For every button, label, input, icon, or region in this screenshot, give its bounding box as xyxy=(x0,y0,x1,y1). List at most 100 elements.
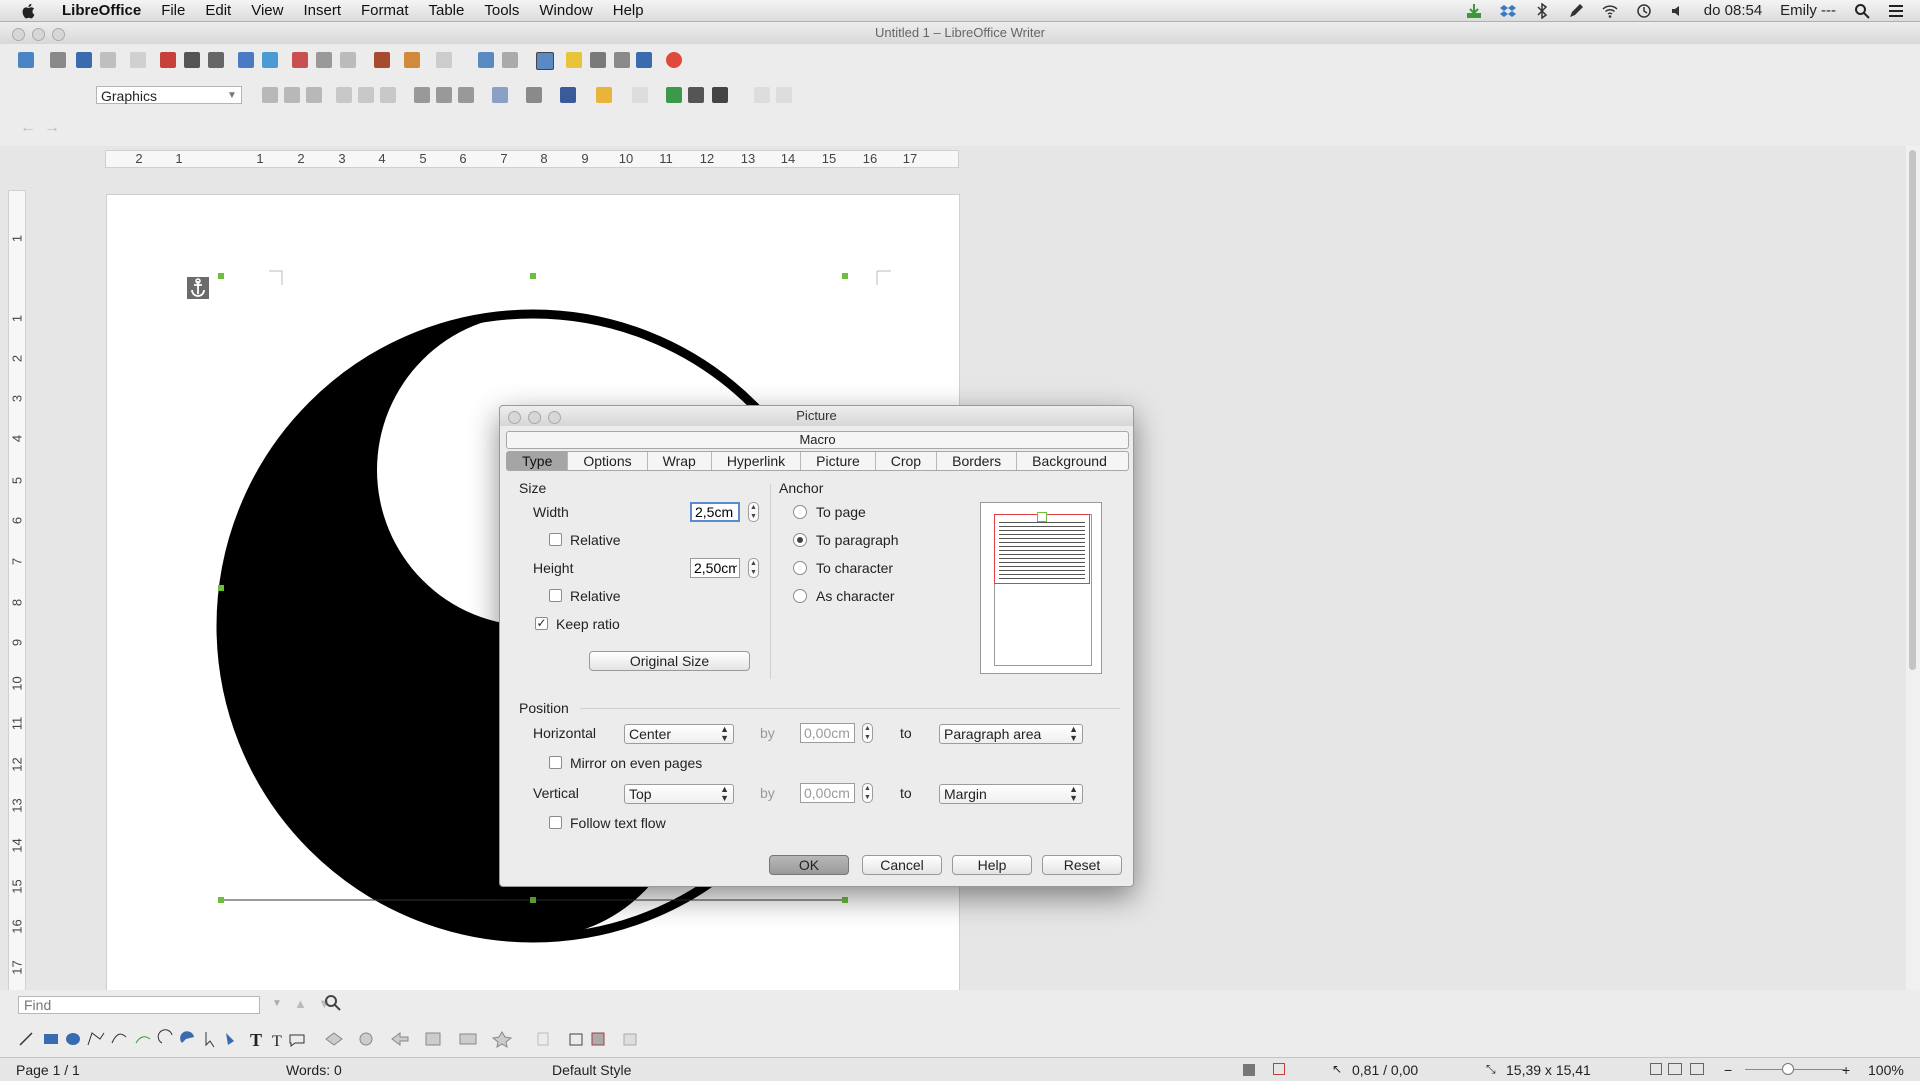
original-size-button[interactable]: Original Size xyxy=(589,651,750,671)
help-lifebuoy-icon[interactable] xyxy=(666,52,682,68)
ellipse-pie-tool-icon[interactable] xyxy=(180,1031,194,1043)
basic-shapes-icon[interactable] xyxy=(325,1032,343,1046)
help-button[interactable]: Help xyxy=(952,855,1032,875)
clone-formatting-icon[interactable] xyxy=(374,52,390,68)
pen-icon[interactable] xyxy=(1568,3,1584,19)
horizontal-ruler[interactable]: 2 1 1 2 3 4 5 6 7 8 9 10 11 12 13 14 15 … xyxy=(105,150,959,168)
width-field[interactable] xyxy=(690,502,740,522)
dialog-zoom-button[interactable] xyxy=(548,411,561,424)
fill-tool-icon[interactable] xyxy=(226,1033,234,1045)
menu-window[interactable]: Window xyxy=(529,0,602,21)
align-left-icon[interactable] xyxy=(336,87,352,103)
tab-crop[interactable]: Crop xyxy=(876,452,938,470)
page-style[interactable]: Default Style xyxy=(552,1062,631,1078)
points-icon[interactable] xyxy=(537,1032,549,1046)
object-position[interactable]: 0,81 / 0,00 xyxy=(1352,1062,1418,1078)
spelling-icon[interactable] xyxy=(238,52,254,68)
window-close-button[interactable] xyxy=(12,28,25,41)
clock[interactable]: do 08:54 xyxy=(1704,2,1762,19)
flowchart-icon[interactable] xyxy=(425,1032,441,1046)
formatting-marks-icon[interactable] xyxy=(636,52,652,68)
callouts-icon[interactable] xyxy=(459,1033,477,1045)
menu-view[interactable]: View xyxy=(241,0,293,21)
vertical-to-select[interactable]: Margin ▲ ▼ xyxy=(939,784,1083,804)
data-sources-icon[interactable] xyxy=(614,52,630,68)
align-middle-icon[interactable] xyxy=(436,87,452,103)
fontwork-icon[interactable] xyxy=(569,1033,583,1046)
align-bottom-icon[interactable] xyxy=(458,87,474,103)
page-count[interactable]: Page 1 / 1 xyxy=(16,1062,80,1078)
vertical-by-stepper[interactable]: ▲ ▼ xyxy=(862,783,873,803)
reset-button[interactable]: Reset xyxy=(1042,855,1122,875)
scrollbar-thumb[interactable] xyxy=(1909,150,1916,670)
background-color-icon[interactable] xyxy=(596,87,612,103)
zoom-in-button[interactable]: + xyxy=(1842,1062,1850,1078)
tab-background[interactable]: Background xyxy=(1017,452,1122,470)
table-icon[interactable] xyxy=(502,52,518,68)
print-preview-icon[interactable] xyxy=(208,52,224,68)
border-color-icon[interactable] xyxy=(560,87,576,103)
height-relative-checkbox[interactable] xyxy=(549,589,562,602)
link-frames-icon[interactable] xyxy=(754,87,770,103)
tab-macro[interactable]: Macro xyxy=(799,432,835,447)
paste-icon[interactable] xyxy=(340,52,356,68)
bluetooth-icon[interactable] xyxy=(1534,2,1550,19)
back-arrow-icon[interactable]: ← xyxy=(20,120,36,136)
anchor-icon[interactable] xyxy=(187,277,209,299)
height-field[interactable] xyxy=(690,558,740,578)
save-icon[interactable] xyxy=(76,52,92,68)
edit-file-icon[interactable] xyxy=(130,52,146,68)
book-view-icon[interactable] xyxy=(1690,1063,1704,1075)
chevron-down-icon[interactable]: ▼ xyxy=(272,998,288,1014)
bring-to-front-icon[interactable] xyxy=(666,87,682,103)
tab-hyperlink[interactable]: Hyperlink xyxy=(712,452,802,470)
block-arrows-icon[interactable] xyxy=(391,1032,409,1046)
download-icon[interactable] xyxy=(1466,3,1482,19)
rectangle-tool-icon[interactable] xyxy=(44,1034,58,1044)
select-arrow-icon[interactable] xyxy=(205,1032,215,1048)
copy-icon[interactable] xyxy=(316,52,332,68)
anchor-as-character-radio[interactable] xyxy=(793,589,807,603)
find-previous-icon[interactable]: ▲ xyxy=(294,996,310,1012)
width-relative-checkbox[interactable] xyxy=(549,533,562,546)
apple-logo-icon[interactable] xyxy=(20,2,38,20)
object-size[interactable]: 15,39 x 15,41 xyxy=(1506,1062,1591,1078)
document-modified-icon[interactable] xyxy=(1273,1063,1285,1075)
ellipse-tool-icon[interactable] xyxy=(66,1033,80,1045)
dialog-titlebar[interactable]: Picture xyxy=(500,406,1133,426)
selection-handle[interactable] xyxy=(218,273,224,279)
extrusion-icon[interactable] xyxy=(623,1033,637,1046)
word-count[interactable]: Words: 0 xyxy=(286,1062,342,1078)
volume-icon[interactable] xyxy=(1670,3,1686,19)
find-replace-icon[interactable] xyxy=(324,994,342,1012)
forward-arrow-icon[interactable]: → xyxy=(44,120,60,136)
cancel-button[interactable]: Cancel xyxy=(862,855,942,875)
selection-handle[interactable] xyxy=(842,897,848,903)
height-stepper[interactable]: ▲ ▼ xyxy=(748,558,759,578)
show-draw-functions-icon[interactable] xyxy=(536,52,554,70)
align-right-icon[interactable] xyxy=(380,87,396,103)
tab-type[interactable]: Type xyxy=(507,452,569,470)
anchor-to-page-radio[interactable] xyxy=(793,505,807,519)
navigator-icon[interactable] xyxy=(566,52,582,68)
callout-tool-icon[interactable] xyxy=(289,1034,305,1047)
menu-table[interactable]: Table xyxy=(419,0,475,21)
horizontal-by-field[interactable] xyxy=(800,723,855,743)
page-wrap-icon[interactable] xyxy=(284,87,300,103)
zoom-slider-track[interactable] xyxy=(1745,1069,1845,1070)
email-icon[interactable] xyxy=(100,52,116,68)
vertical-by-field[interactable] xyxy=(800,783,855,803)
notification-list-icon[interactable] xyxy=(1888,3,1904,19)
vertical-scrollbar[interactable] xyxy=(1906,146,1920,990)
polygon-tool-icon[interactable] xyxy=(87,1032,105,1046)
print-icon[interactable] xyxy=(184,52,200,68)
from-file-icon[interactable] xyxy=(591,1032,605,1046)
borders-icon[interactable] xyxy=(492,87,508,103)
curve-tool-icon[interactable] xyxy=(111,1033,127,1044)
align-top-icon[interactable] xyxy=(414,87,430,103)
unlink-icon[interactable] xyxy=(776,87,792,103)
menu-app-name[interactable]: LibreOffice xyxy=(52,0,151,21)
hyperlink-icon[interactable] xyxy=(478,52,494,68)
selection-handle[interactable] xyxy=(530,273,536,279)
window-zoom-button[interactable] xyxy=(52,28,65,41)
